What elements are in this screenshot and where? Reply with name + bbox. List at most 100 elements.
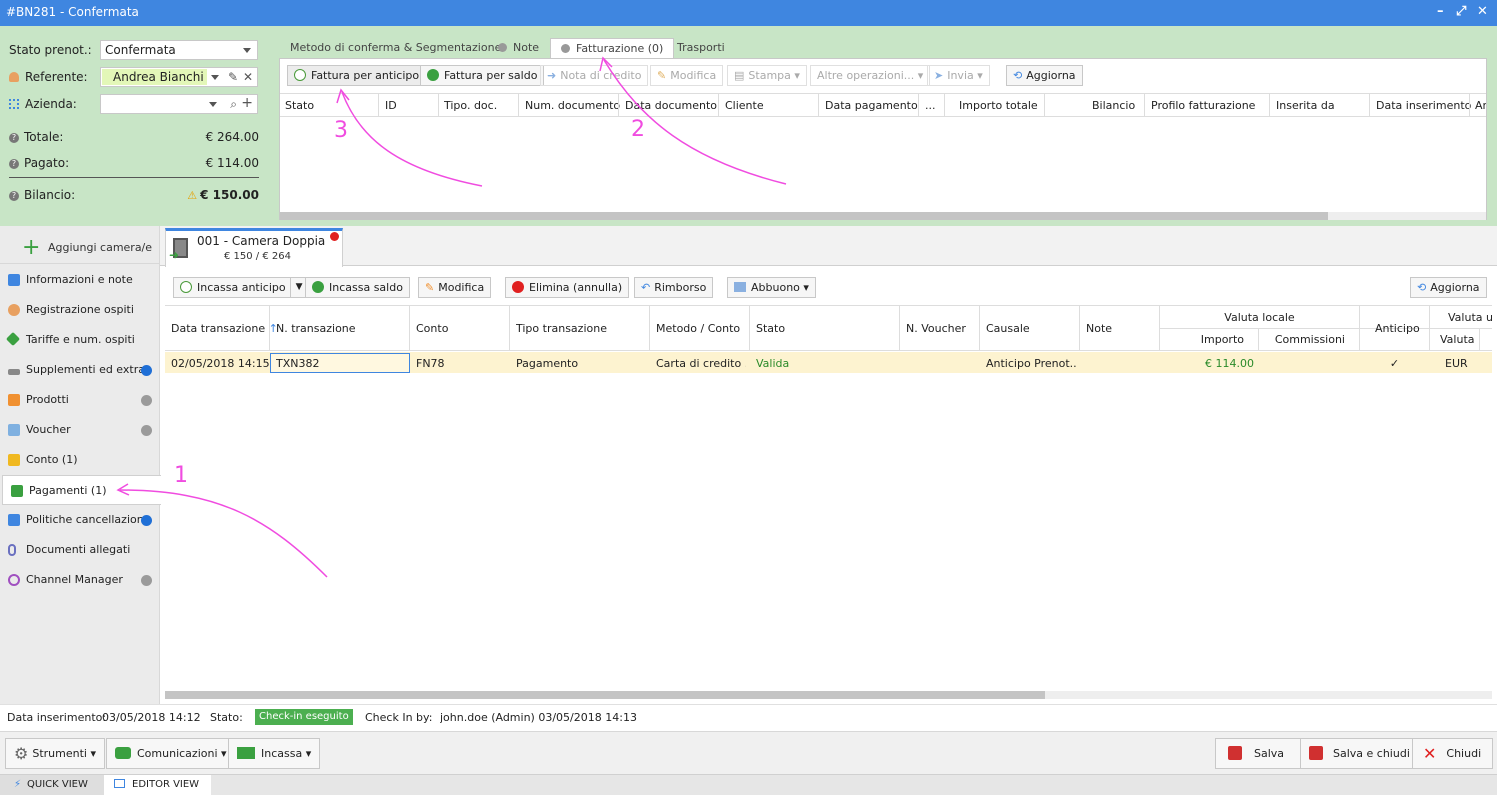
clear-icon[interactable]: ✕ bbox=[243, 68, 253, 86]
info-icon: ? bbox=[9, 158, 19, 169]
col-tipo-transazione[interactable]: Tipo transazione bbox=[516, 322, 607, 335]
comunicazioni-button[interactable]: Comunicazioni ▾ bbox=[106, 738, 236, 769]
col-cliente[interactable]: Cliente bbox=[725, 99, 764, 112]
stato-select-value: Confermata bbox=[105, 43, 176, 57]
col-data-inserimento[interactable]: Data inserimento bbox=[1376, 99, 1471, 112]
sidebar-item-voucher[interactable]: Voucher bbox=[0, 415, 160, 445]
col-inserita-da[interactable]: Inserita da bbox=[1276, 99, 1335, 112]
sidebar-item-documenti[interactable]: Documenti allegati bbox=[0, 535, 160, 565]
tab-fatturazione[interactable]: Fatturazione (0) bbox=[550, 38, 675, 59]
chevron-down-icon[interactable] bbox=[209, 102, 217, 107]
col-stato-payment[interactable]: Stato bbox=[756, 322, 785, 335]
fattura-saldo-button[interactable]: Fattura per saldo bbox=[420, 65, 545, 86]
col-an[interactable]: An bbox=[1475, 99, 1486, 112]
sidebar-item-tariffe[interactable]: Tariffe e num. ospiti bbox=[0, 325, 160, 355]
strumenti-button[interactable]: ⚙ Strumenti ▾ bbox=[5, 738, 105, 769]
sidebar-item-politiche[interactable]: Politiche cancellazione bbox=[0, 505, 160, 535]
status-dot-icon bbox=[141, 395, 152, 406]
calculator-icon bbox=[734, 282, 746, 292]
nota-credito-button[interactable]: ➜ Nota di credito bbox=[540, 65, 649, 86]
col-anticipo[interactable]: Anticipo bbox=[1375, 322, 1420, 335]
remove-room-icon[interactable] bbox=[330, 232, 339, 241]
checkin-label: Check In by: bbox=[365, 711, 433, 724]
editor-icon bbox=[114, 779, 125, 788]
totale-value: € 264.00 bbox=[205, 130, 259, 144]
stato-select[interactable]: Confermata bbox=[100, 40, 258, 60]
add-icon[interactable]: + bbox=[241, 94, 253, 112]
check-circle-icon bbox=[427, 69, 439, 81]
divider bbox=[9, 177, 259, 178]
salva-chiudi-button[interactable]: Salva e chiudi bbox=[1300, 738, 1421, 769]
sidebar-item-conto[interactable]: Conto (1) bbox=[0, 445, 160, 475]
sidebar-item-channel-manager[interactable]: Channel Manager bbox=[0, 565, 160, 595]
aggiorna-invoice-button[interactable]: ⟲ Aggiorna bbox=[1006, 65, 1083, 86]
fattura-anticipo-button[interactable]: Fattura per anticipo bbox=[287, 65, 427, 86]
col-note[interactable]: Note bbox=[1086, 322, 1112, 335]
col-data-documento[interactable]: Data documento bbox=[625, 99, 717, 112]
invoice-scrollbar-thumb[interactable] bbox=[280, 212, 1328, 220]
info-icon: ? bbox=[9, 190, 19, 201]
col-tipo-doc[interactable]: Tipo. doc. bbox=[444, 99, 497, 112]
tab-note[interactable]: Note bbox=[488, 38, 549, 59]
maximize-icon[interactable]: ⤢ bbox=[1456, 0, 1466, 24]
chevron-down-icon[interactable] bbox=[211, 75, 219, 80]
altre-operazioni-button[interactable]: Altre operazioni... ▾ bbox=[810, 65, 931, 86]
col-importo-totale[interactable]: Importo totale bbox=[959, 99, 1038, 112]
chiudi-button[interactable]: ✕ Chiudi bbox=[1412, 738, 1494, 769]
col-commissioni[interactable]: Commissioni bbox=[1265, 333, 1345, 346]
azienda-field[interactable]: ⌕ + bbox=[100, 94, 258, 114]
col-importo[interactable]: Importo bbox=[1160, 333, 1244, 346]
status-dot-icon bbox=[141, 515, 152, 526]
col-num-documento[interactable]: Num. documento bbox=[525, 99, 620, 112]
search-icon[interactable]: ⌕ bbox=[230, 95, 237, 113]
col-data-pagamento[interactable]: Data pagamento bbox=[825, 99, 918, 112]
elimina-button[interactable]: Elimina (annulla) bbox=[505, 277, 630, 298]
invia-button[interactable]: ➤ Invia ▾ bbox=[927, 65, 990, 86]
modifica-invoice-button[interactable]: ✎ Modifica bbox=[650, 65, 724, 86]
col-stato[interactable]: Stato bbox=[285, 99, 314, 112]
edit-pencil-icon[interactable]: ✎ bbox=[228, 68, 238, 86]
col-metodo-conto[interactable]: Metodo / Conto bbox=[656, 322, 740, 335]
document-icon bbox=[8, 514, 20, 526]
stampa-button[interactable]: ▤ Stampa ▾ bbox=[727, 65, 807, 86]
modifica-payment-button[interactable]: ✎ Modifica bbox=[418, 277, 492, 298]
incassa-footer-button[interactable]: Incassa ▾ bbox=[228, 738, 321, 769]
add-room-button[interactable]: + Aggiungi camera/e bbox=[0, 231, 160, 264]
sidebar-item-supplementi[interactable]: Supplementi ed extra bbox=[0, 355, 160, 385]
sidebar-item-registrazione[interactable]: Registrazione ospiti bbox=[0, 295, 160, 325]
rimborso-button[interactable]: ↶ Rimborso bbox=[634, 277, 714, 298]
incassa-saldo-button[interactable]: Incassa saldo bbox=[305, 277, 410, 298]
sidebar-item-prodotti[interactable]: Prodotti bbox=[0, 385, 160, 415]
cell-metodo: Carta di credito ... bbox=[656, 357, 746, 370]
status-dot-icon bbox=[141, 575, 152, 586]
tab-trasporti[interactable]: Trasporti bbox=[667, 38, 735, 59]
room-tab[interactable]: ➜ 001 - Camera Doppia € 150 / € 264 bbox=[165, 228, 343, 267]
room-tab-subtitle: € 150 / € 264 bbox=[224, 251, 291, 262]
col-n-transazione[interactable]: N. transazione bbox=[276, 322, 356, 335]
col-profilo-fatturazione[interactable]: Profilo fatturazione bbox=[1151, 99, 1255, 112]
col-valuta[interactable]: Valuta bbox=[1440, 333, 1475, 346]
tab-editor-view[interactable]: EDITOR VIEW bbox=[104, 775, 211, 795]
incassa-anticipo-button[interactable]: Incassa anticipo ▼ bbox=[173, 277, 309, 298]
col-more[interactable]: ... bbox=[925, 99, 936, 112]
sidebar-item-pagamenti[interactable]: Pagamenti (1) bbox=[2, 475, 161, 505]
col-bilancio[interactable]: Bilancio bbox=[1092, 99, 1135, 112]
close-window-icon[interactable]: ✕ bbox=[1477, 0, 1488, 24]
payments-scrollbar-thumb[interactable] bbox=[165, 691, 1045, 699]
salva-button[interactable]: Salva bbox=[1215, 738, 1312, 769]
col-conto[interactable]: Conto bbox=[416, 322, 448, 335]
minimize-icon[interactable]: – bbox=[1437, 0, 1444, 24]
col-causale[interactable]: Causale bbox=[986, 322, 1030, 335]
tab-metodo-conferma[interactable]: Metodo di conferma & Segmentazione bbox=[280, 38, 511, 59]
abbuono-button[interactable]: Abbuono ▾ bbox=[727, 277, 816, 298]
referente-field[interactable]: Andrea Bianchi ✎ ✕ bbox=[100, 67, 258, 87]
cell-stato: Valida bbox=[756, 357, 790, 370]
col-id[interactable]: ID bbox=[385, 99, 397, 112]
aggiorna-payment-button[interactable]: ⟲ Aggiorna bbox=[1410, 277, 1487, 298]
col-n-voucher[interactable]: N. Voucher bbox=[906, 322, 966, 335]
col-data-transazione[interactable]: Data transazione ↑ bbox=[171, 322, 278, 335]
tab-quick-view[interactable]: ⚡ QUICK VIEW bbox=[0, 775, 104, 795]
tag-icon bbox=[5, 331, 21, 347]
referente-label: Referente: bbox=[9, 70, 88, 84]
sidebar-item-informazioni[interactable]: Informazioni e note bbox=[0, 265, 160, 295]
